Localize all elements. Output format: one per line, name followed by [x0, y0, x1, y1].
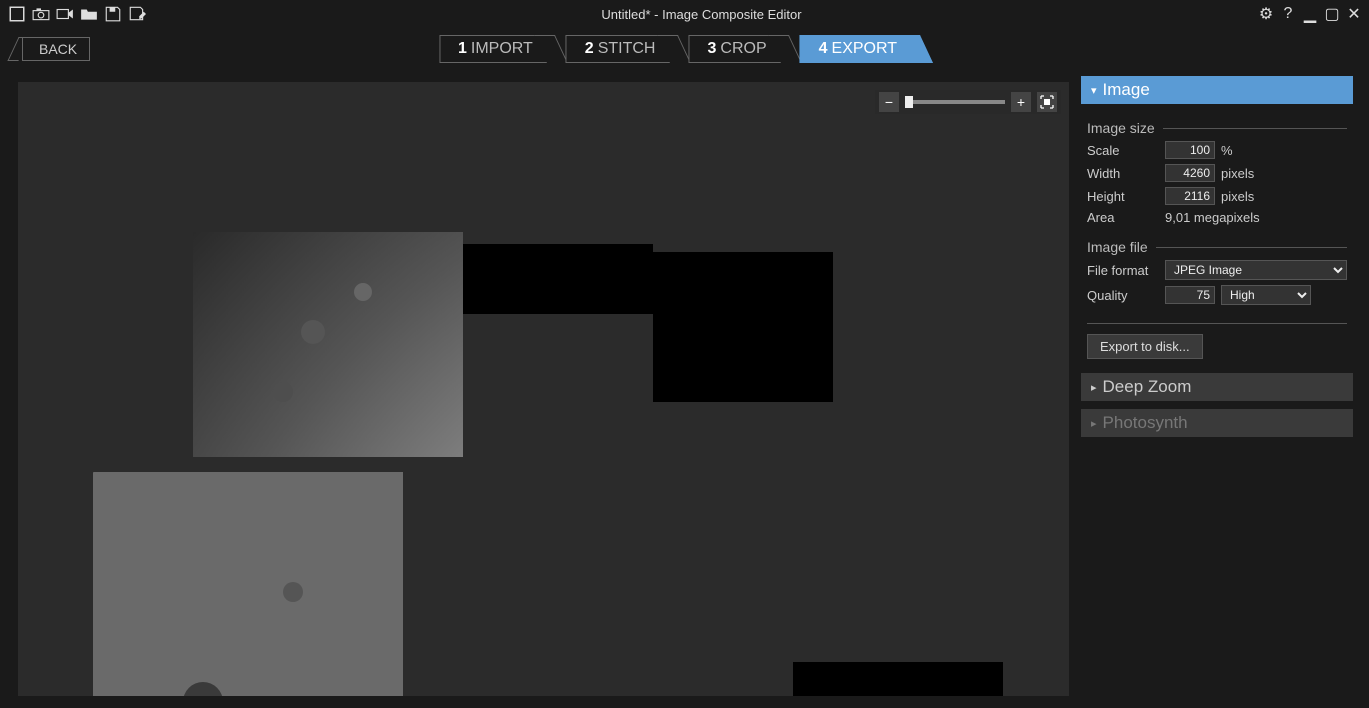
zoom-slider[interactable]	[905, 100, 1005, 104]
step-stitch[interactable]: 2STITCH	[566, 35, 675, 63]
step-crop[interactable]: 3CROP	[688, 35, 785, 63]
help-icon[interactable]: ?	[1279, 5, 1297, 23]
width-unit: pixels	[1221, 166, 1254, 181]
panorama-preview	[93, 232, 1013, 696]
scale-label: Scale	[1087, 143, 1165, 158]
section-image-header[interactable]: ▾Image	[1081, 76, 1353, 104]
step-import[interactable]: 1IMPORT	[439, 35, 552, 63]
window-title: Untitled* - Image Composite Editor	[146, 7, 1257, 22]
maximize-icon[interactable]: ▢	[1323, 5, 1341, 23]
scale-input[interactable]	[1165, 141, 1215, 159]
open-icon[interactable]	[80, 5, 98, 23]
new-from-camera-icon[interactable]	[32, 5, 50, 23]
fileformat-select[interactable]: JPEG Image	[1165, 260, 1347, 280]
minimize-icon[interactable]: ▁	[1301, 5, 1319, 23]
close-icon[interactable]: ✕	[1345, 5, 1363, 23]
section-deepzoom-header[interactable]: ▸Deep Zoom	[1081, 373, 1353, 401]
zoom-fit-button[interactable]	[1037, 92, 1057, 112]
scale-unit: %	[1221, 143, 1233, 158]
height-input[interactable]	[1165, 187, 1215, 205]
zoom-out-button[interactable]: −	[879, 92, 899, 112]
chevron-down-icon: ▾	[1091, 84, 1097, 97]
width-label: Width	[1087, 166, 1165, 181]
section-photosynth-header[interactable]: ▸Photosynth	[1081, 409, 1353, 437]
save-icon[interactable]	[104, 5, 122, 23]
height-label: Height	[1087, 189, 1165, 204]
new-from-video-icon[interactable]	[56, 5, 74, 23]
chevron-right-icon: ▸	[1091, 381, 1097, 394]
preview-canvas[interactable]: − +	[18, 82, 1069, 696]
settings-icon[interactable]: ⚙	[1257, 5, 1275, 23]
chevron-right-icon: ▸	[1091, 417, 1097, 430]
fileformat-label: File format	[1087, 263, 1165, 278]
new-project-icon[interactable]	[8, 5, 26, 23]
quality-input[interactable]	[1165, 286, 1215, 304]
save-as-icon[interactable]	[128, 5, 146, 23]
back-button[interactable]: BACK	[22, 37, 90, 61]
export-to-disk-button[interactable]: Export to disk...	[1087, 334, 1203, 359]
zoom-in-button[interactable]: +	[1011, 92, 1031, 112]
area-value: 9,01 megapixels	[1165, 210, 1260, 225]
image-file-title: Image file	[1087, 239, 1347, 255]
image-size-title: Image size	[1087, 120, 1347, 136]
quality-preset-select[interactable]: High	[1221, 285, 1311, 305]
quality-label: Quality	[1087, 288, 1165, 303]
area-label: Area	[1087, 210, 1165, 225]
width-input[interactable]	[1165, 164, 1215, 182]
height-unit: pixels	[1221, 189, 1254, 204]
step-export[interactable]: 4EXPORT	[800, 35, 916, 63]
